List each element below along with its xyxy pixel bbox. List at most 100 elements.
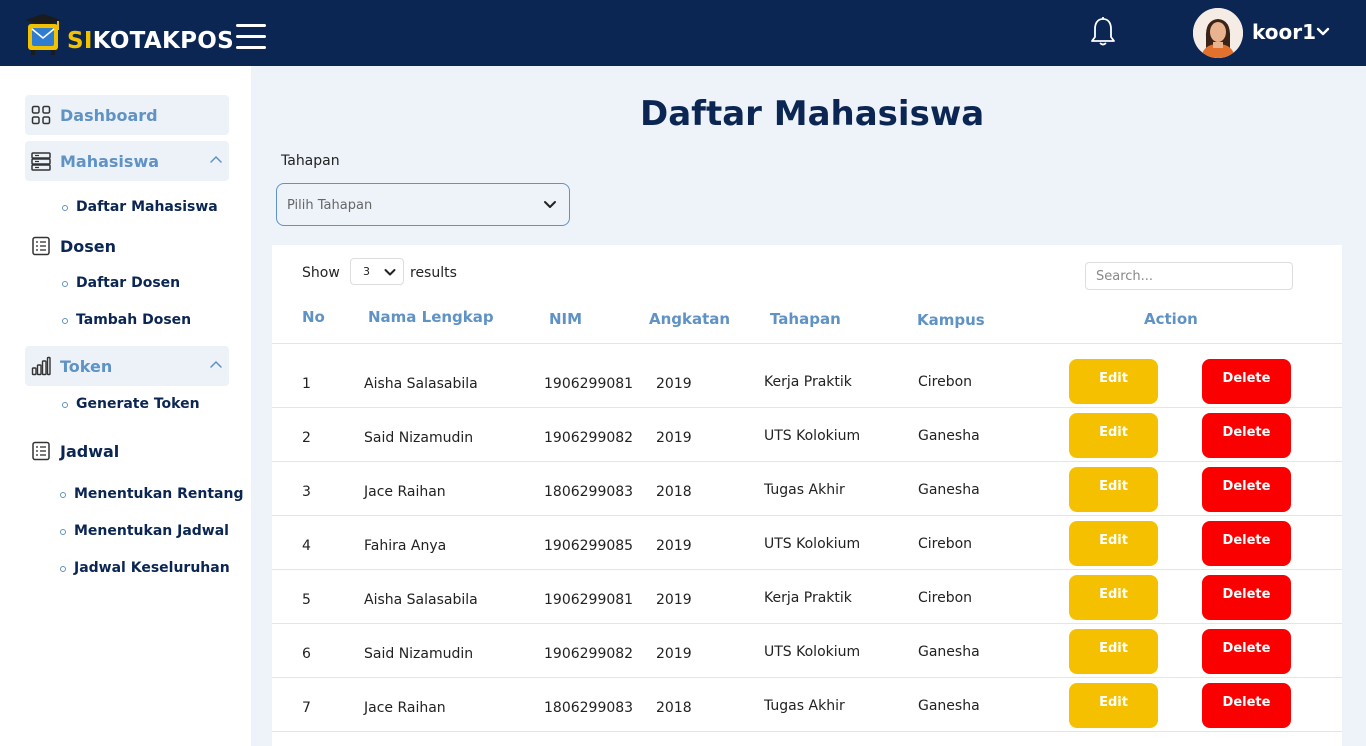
cell-no: 1: [302, 376, 311, 392]
avatar[interactable]: [1193, 8, 1243, 58]
edit-button[interactable]: Edit: [1069, 683, 1158, 728]
sidebar-item-label: Mahasiswa: [60, 152, 160, 171]
bell-icon[interactable]: [1089, 16, 1117, 48]
sidebar-item-label: Jadwal: [60, 442, 120, 461]
chevron-down-icon[interactable]: [1315, 26, 1331, 38]
tahapan-select-placeholder: Pilih Tahapan: [287, 198, 373, 213]
sidebar-subitem-tambah-dosen[interactable]: Tambah Dosen: [61, 312, 191, 328]
cell-tahapan: Kerja Praktik: [764, 590, 852, 606]
cell-kampus: Ganesha: [918, 482, 980, 498]
document-list-icon: [32, 441, 50, 461]
delete-button[interactable]: Delete: [1202, 413, 1291, 458]
search-input[interactable]: [1085, 262, 1293, 290]
delete-button[interactable]: Delete: [1202, 467, 1291, 512]
chevron-up-icon[interactable]: [209, 154, 223, 164]
delete-button[interactable]: Delete: [1202, 521, 1291, 566]
chevron-up-icon[interactable]: [209, 359, 223, 369]
cell-tahapan: Tugas Akhir: [764, 482, 845, 498]
edit-button[interactable]: Edit: [1069, 575, 1158, 620]
app-logo-text[interactable]: SIKOTAKPOS: [67, 28, 234, 54]
sidebar-item-token[interactable]: Token: [25, 346, 229, 386]
table-row: 1 Aisha Salasabila 1906299081 2019 Kerja Pra…: [272, 354, 1342, 408]
chevron-down-icon: [384, 269, 396, 276]
sidebar-item-dashboard[interactable]: Dashboard: [25, 95, 229, 135]
cell-kampus: Cirebon: [918, 536, 973, 552]
edit-button[interactable]: Edit: [1069, 413, 1158, 458]
cell-nama: Said Nizamudin: [364, 430, 474, 446]
cell-nim: 1806299083: [544, 700, 634, 716]
bar-chart-icon: [31, 356, 51, 376]
column-header-angkatan: Angkatan: [649, 310, 731, 328]
cell-no: 3: [302, 484, 311, 500]
cell-no: 4: [302, 538, 311, 554]
sidebar-subitem-menentukan-rentang[interactable]: Menentukan Rentang: [59, 486, 243, 502]
cell-nim: 1906299081: [544, 592, 634, 608]
table-row: 4 Fahira Anya 1906299085 2019 UTS Kolokium Ci…: [272, 516, 1342, 570]
sidebar-item-dosen[interactable]: Dosen: [25, 226, 229, 266]
edit-button[interactable]: Edit: [1069, 467, 1158, 512]
column-header-nama: Nama Lengkap: [368, 308, 494, 326]
sidebar-subitem-jadwal-keseluruhan[interactable]: Jadwal Keseluruhan: [60, 560, 230, 576]
cell-angkatan: 2019: [656, 592, 692, 608]
cell-nama: Jace Raihan: [364, 700, 446, 716]
cell-no: 2: [302, 430, 311, 446]
sidebar-subitem-daftar-dosen[interactable]: Daftar Dosen: [61, 275, 180, 291]
tahapan-filter-label: Tahapan: [281, 153, 340, 169]
tahapan-select[interactable]: Pilih Tahapan: [276, 183, 570, 226]
results-label: results: [410, 265, 457, 281]
sidebar-item-jadwal[interactable]: Jadwal: [25, 431, 229, 471]
per-page-select[interactable]: 3: [350, 258, 404, 285]
cell-nama: Aisha Salasabila: [364, 376, 478, 392]
cell-no: 7: [302, 700, 311, 716]
table-row: 3 Jace Raihan 1806299083 2018 Tugas Akhir Gan…: [272, 462, 1342, 516]
cell-angkatan: 2019: [656, 538, 692, 554]
delete-button[interactable]: Delete: [1202, 575, 1291, 620]
table-row: 6 Said Nizamudin 1906299082 2019 UTS Kolokiu…: [272, 624, 1342, 678]
edit-button[interactable]: Edit: [1069, 629, 1158, 674]
cell-nama: Jace Raihan: [364, 484, 446, 500]
server-icon: [31, 152, 51, 171]
page-title: Daftar Mahasiswa: [640, 94, 985, 134]
edit-button[interactable]: Edit: [1069, 359, 1158, 404]
document-list-icon: [32, 236, 50, 256]
cell-tahapan: Tugas Akhir: [764, 698, 845, 714]
cell-nim: 1806299083: [544, 484, 634, 500]
cell-tahapan: UTS Kolokium: [764, 536, 861, 552]
sidebar-item-label: Dashboard: [60, 106, 158, 125]
chevron-down-icon: [544, 201, 556, 208]
cell-nama: Aisha Salasabila: [364, 592, 478, 608]
cell-nim: 1906299082: [544, 430, 634, 446]
delete-button[interactable]: Delete: [1202, 683, 1291, 728]
delete-button[interactable]: Delete: [1202, 359, 1291, 404]
grid-icon: [31, 105, 51, 125]
mailbox-logo-icon: [25, 14, 61, 55]
cell-angkatan: 2018: [656, 484, 692, 500]
edit-button[interactable]: Edit: [1069, 521, 1158, 566]
sidebar-item-mahasiswa[interactable]: Mahasiswa: [25, 141, 229, 181]
table-row: 2 Said Nizamudin 1906299082 2019 UTS Kolokiu…: [272, 408, 1342, 462]
per-page-value: 3: [363, 265, 370, 278]
cell-nim: 1906299081: [544, 376, 634, 392]
cell-kampus: Cirebon: [918, 590, 973, 606]
cell-no: 6: [302, 646, 311, 662]
sidebar-subitem-menentukan-jadwal[interactable]: Menentukan Jadwal: [60, 523, 229, 539]
cell-angkatan: 2019: [656, 376, 692, 392]
cell-nama: Fahira Anya: [364, 538, 447, 554]
column-header-nim: NIM: [549, 310, 583, 328]
table-row: 7 Jace Raihan 1806299083 2018 Tugas Akhir Gan…: [272, 678, 1342, 732]
sidebar-subitem-daftar-mahasiswa[interactable]: Daftar Mahasiswa: [62, 199, 218, 215]
cell-no: 5: [302, 592, 311, 608]
cell-tahapan: UTS Kolokium: [764, 428, 861, 444]
cell-tahapan: UTS Kolokium: [764, 644, 861, 660]
column-header-kampus: Kampus: [917, 311, 985, 329]
cell-kampus: Ganesha: [918, 428, 980, 444]
sidebar-subitem-generate-token[interactable]: Generate Token: [62, 396, 200, 412]
cell-kampus: Cirebon: [918, 374, 973, 390]
cell-nim: 1906299082: [544, 646, 634, 662]
cell-nama: Said Nizamudin: [364, 646, 474, 662]
username[interactable]: koor1: [1252, 20, 1316, 44]
header-divider: [272, 343, 1342, 344]
sidebar-item-label: Token: [60, 357, 113, 376]
delete-button[interactable]: Delete: [1202, 629, 1291, 674]
hamburger-icon[interactable]: [236, 24, 266, 50]
